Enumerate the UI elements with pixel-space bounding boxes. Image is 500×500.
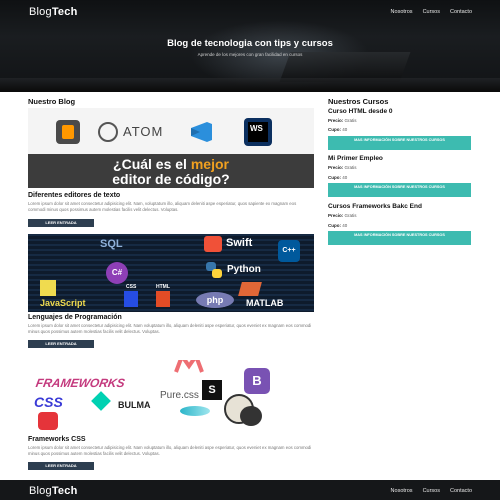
course-name-frameworks: Cursos Frameworks Bakc End [328,203,422,210]
course-price-empleo: Precio: Gratis [328,165,357,170]
logo-light-text: Blog [29,485,52,497]
sql-label: SQL [100,238,123,250]
hero-subtitle: Aprende de los mejores con gran facilida… [197,52,303,57]
python-icon [204,261,224,279]
webstorm-label: WS [248,122,268,142]
post-excerpt-editores: Lorem ipsum dolor sit amet consectetur a… [28,201,297,212]
price-value: Gratis [344,118,357,123]
bulma-label: BULMA [118,400,151,410]
courses-heading: Nuestros Cursos [328,97,389,106]
price-value: Gratis [344,213,357,218]
swift-icon [204,236,222,252]
editor-logos-strip: ATOM WS [28,108,314,154]
materialize-icon [174,360,204,374]
vscode-icon [188,120,214,144]
site-logo[interactable]: BlogTech [29,6,78,18]
logo-bold-text: Tech [51,485,78,497]
purecss-label: Pure.css [160,390,199,401]
editor-question-line1: ¿Cuál es el mejor [28,157,314,172]
python-label: Python [227,264,261,275]
javascript-label: JavaScript [40,298,86,308]
bulma-icon [91,391,111,411]
css3-icon [124,291,138,307]
quota-label: Cupo: [328,127,341,132]
css-framework-label: CSS [34,394,63,410]
atom-label: ATOM [123,124,164,139]
nav-links: Nosotros Cursos Contacto [391,9,472,15]
hero-title: Blog de tecnologia con tips y cursos [167,38,333,49]
course-quota-html: Cupo: 40 [328,127,347,132]
html-label: HTML [156,284,170,290]
hero-header: BlogTech Nosotros Cursos Contacto Blog d… [0,0,500,92]
quota-label: Cupo: [328,175,341,180]
swift-label: Swift [226,237,253,249]
course-quota-empleo: Cupo: 40 [328,175,347,180]
post-image-lenguajes[interactable]: SQL Swift C++ C# Python JavaScript CSS H… [28,234,314,312]
editor-question-line2: editor de código? [112,171,230,187]
quota-value: 40 [342,223,348,228]
price-label: Precio: [328,118,344,123]
post-title-editores[interactable]: Diferentes editores de texto [28,192,120,199]
price-label: Precio: [328,213,344,218]
logo-light-text: Blog [29,6,52,18]
quota-label: Cupo: [328,223,341,228]
footer-nav-links: Nosotros Cursos Contacto [391,488,472,494]
webstorm-icon: WS [244,118,272,146]
top-navigation: BlogTech Nosotros Cursos Contacto [0,0,500,26]
post-image-frameworks[interactable]: FRAMEWORKS S B CSS BULMA Pure.css [28,360,314,432]
course-name-html: Curso HTML desde 0 [328,108,393,115]
price-value: Gratis [344,165,357,170]
quota-value: 40 [342,127,348,132]
course-info-button-html[interactable]: MAS INFORMACIÓN SOBRE NUESTROS CURSOS [328,136,471,150]
footer-link-nosotros[interactable]: Nosotros [391,488,413,494]
post-image-editores[interactable]: ATOM WS ¿Cuál es el mejor editor de códi… [28,108,314,188]
php-icon: php [196,292,234,308]
blog-heading: Nuestro Blog [28,97,76,106]
course-info-button-frameworks[interactable]: MAS INFORMACIÓN SOBRE NUESTROS CURSOS [328,231,471,245]
headphones-icon [240,406,262,426]
cpp-icon: C++ [278,240,300,262]
course-quota-frameworks: Cupo: 40 [328,223,347,228]
course-info-button-empleo[interactable]: MAS INFORMACIÓN SOBRE NUESTROS CURSOS [328,183,471,197]
js-icon [40,280,56,296]
logo-bold-text: Tech [51,6,78,18]
course-price-html: Precio: Gratis [328,118,357,123]
post-title-frameworks[interactable]: Frameworks CSS [28,436,86,443]
frameworks-label: FRAMEWORKS [34,376,126,390]
editor-question-text: ¿Cuál es el [113,156,191,172]
read-more-button-frameworks[interactable]: LEER ENTRADA [28,462,94,470]
quota-value: 40 [342,175,348,180]
footer-link-cursos[interactable]: Cursos [423,488,440,494]
footer-link-contacto[interactable]: Contacto [450,488,472,494]
tailwind-icon [180,406,210,416]
matlab-icon [238,282,262,296]
price-label: Precio: [328,165,344,170]
read-more-button-editores[interactable]: LEER ENTRADA [28,219,94,227]
atom-icon [98,122,118,142]
nav-link-contacto[interactable]: Contacto [450,9,472,15]
skeleton-icon: S [202,380,222,400]
editor-question-banner: ¿Cuál es el mejor editor de código? [28,154,314,188]
nav-link-cursos[interactable]: Cursos [423,9,440,15]
ruby-icon [38,412,58,430]
course-price-frameworks: Precio: Gratis [328,213,357,218]
csharp-icon: C# [106,262,128,284]
course-name-empleo: Mi Primer Empleo [328,155,383,162]
matlab-label: MATLAB [246,298,284,308]
css-label: CSS [126,284,137,290]
nav-link-nosotros[interactable]: Nosotros [391,9,413,15]
read-more-button-lenguajes[interactable]: LEER ENTRADA [28,340,94,348]
post-excerpt-frameworks: Lorem ipsum dolor sit amet consectetur a… [28,445,312,456]
sublime-icon [56,120,80,144]
editor-question-highlight: mejor [190,156,229,172]
site-footer: BlogTech Nosotros Cursos Contacto [0,480,500,500]
post-excerpt-lenguajes: Lorem ipsum dolor sit amet consectetur a… [28,323,312,334]
hero-desk [0,78,500,92]
post-title-lenguajes[interactable]: Lenguajes de Programación [28,314,122,321]
html5-icon [156,291,170,307]
footer-logo[interactable]: BlogTech [29,485,78,497]
bootstrap-icon: B [244,368,270,394]
